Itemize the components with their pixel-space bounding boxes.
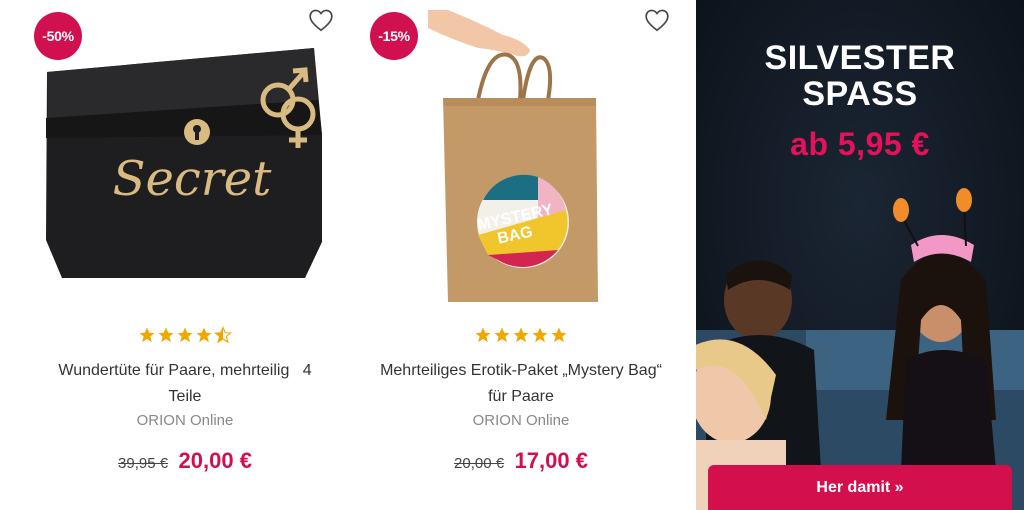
product-card[interactable]: -15% MYSTERY BAG Mehrteiliges Erotik-Pak… <box>358 0 684 510</box>
star-icon <box>475 327 491 343</box>
promo-banner[interactable]: SILVESTER SPASS ab 5,95 € Her damit » <box>696 0 1024 510</box>
discount-badge: -50% <box>34 12 82 60</box>
star-icon <box>177 327 193 343</box>
box-logo-text: Secret <box>113 151 273 207</box>
product-price: 20,00 € 17,00 € <box>358 448 684 474</box>
star-icon <box>139 327 155 343</box>
wishlist-heart-icon[interactable] <box>644 8 670 32</box>
sale-price: 20,00 € <box>178 448 252 473</box>
product-brand: ORION Online <box>136 412 234 429</box>
rating-stars <box>358 326 684 344</box>
old-price: 39,95 € <box>118 455 169 472</box>
discount-badge: -15% <box>370 12 418 60</box>
rating-stars <box>22 326 348 344</box>
star-icon <box>551 327 567 343</box>
star-icon <box>196 327 212 343</box>
old-price: 20,00 € <box>454 455 505 472</box>
wishlist-heart-icon[interactable] <box>308 8 334 32</box>
half-star-icon <box>214 326 232 344</box>
star-icon <box>532 327 548 343</box>
sale-price: 17,00 € <box>514 448 588 473</box>
product-card[interactable]: -50% Secret Wundertüte für Paare, mehrte… <box>22 0 348 510</box>
star-icon <box>494 327 510 343</box>
promo-title: SILVESTER SPASS <box>764 39 956 113</box>
cta-button[interactable]: Her damit » <box>708 465 1012 510</box>
star-icon <box>158 327 174 343</box>
product-price: 39,95 € 20,00 € <box>22 448 348 474</box>
promo-subtitle: ab 5,95 € <box>790 126 930 162</box>
product-brand: ORION Online <box>472 412 570 429</box>
star-icon <box>513 327 529 343</box>
product-title[interactable]: Mehrteiliges Erotik-Paket „Mystery Bag“ … <box>366 358 676 410</box>
product-title[interactable]: Wundertüte für Paare, mehrteilig 4 Teile <box>30 358 340 410</box>
